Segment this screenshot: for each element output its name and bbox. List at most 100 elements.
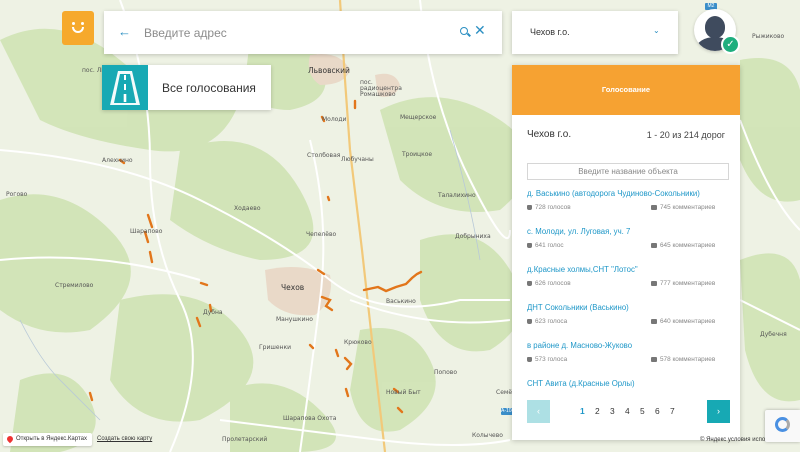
comments-count-text: 745 комментариев [660, 204, 716, 211]
page-number[interactable]: 7 [670, 406, 675, 416]
next-page-button[interactable]: › [707, 400, 730, 423]
votes-count: 573 голоса [527, 356, 567, 363]
prev-page-button[interactable]: ‹ [527, 400, 550, 423]
place-label: Дубечня [760, 331, 787, 338]
place-label: Попово [434, 369, 457, 376]
all-votes-button[interactable]: Все голосования [102, 65, 271, 110]
search-icon[interactable] [460, 27, 468, 35]
page-number[interactable]: 4 [625, 406, 630, 416]
place-label: Талалихино [438, 192, 476, 199]
district-select-value: Чехов г.о. [530, 27, 570, 37]
place-label: Васькино [386, 298, 416, 305]
place-label: Крюково [344, 339, 372, 346]
address-search-input[interactable] [144, 23, 444, 43]
thumb-icon [527, 242, 532, 248]
object-search-input[interactable] [527, 163, 729, 180]
comments-count: 745 комментариев [651, 204, 715, 211]
comments-count-text: 578 комментариев [660, 356, 716, 363]
avatar-head [705, 16, 725, 38]
list-item: с. Молоди, ул. Луговая, уч. 7 641 голос … [527, 227, 732, 265]
place-label: Пролетарский [222, 436, 268, 443]
panel-district-name: Чехов г.о. [527, 129, 572, 140]
road-link[interactable]: в районе д. Масново-Жуково [527, 341, 732, 350]
place-label: Столбовая [307, 152, 341, 159]
place-label: Молоди [322, 116, 347, 123]
place-label: Гришенки [259, 344, 291, 351]
road-icon [102, 65, 148, 110]
comment-icon [651, 204, 657, 210]
place-label: Стремилово [55, 282, 94, 289]
road-link[interactable]: д. Васькино (автодорога Чудиново-Сокольн… [527, 189, 732, 198]
place-label: пос. радиоцентра Ромашково [360, 79, 402, 98]
place-label: Новый Быт [386, 389, 421, 396]
page-number[interactable]: 3 [610, 406, 615, 416]
page-number[interactable]: 6 [655, 406, 660, 416]
place-label: Любучаны [341, 156, 374, 163]
votes-count-text: 728 голосов [535, 204, 571, 211]
list-item: д.Красные холмы,СНТ "Лотос" 626 голосов … [527, 265, 732, 303]
place-label: Дубна [203, 309, 223, 316]
place-label: Шарапова Охота [283, 415, 337, 422]
recaptcha-badge[interactable] [765, 410, 800, 442]
road-list: д. Васькино (автодорога Чудиново-Сокольн… [527, 189, 732, 417]
votes-count-text: 623 голоса [535, 318, 568, 325]
open-in-yandex-label: Открыть в Яндекс.Картах [16, 436, 87, 442]
place-label: Колычево [472, 432, 503, 439]
place-label: Алехнино [102, 157, 133, 164]
place-label: Добрыниха [455, 233, 491, 240]
list-item: ДНТ Сокольники (Васькино) 623 голоса 640… [527, 303, 732, 341]
logo-smile [72, 27, 84, 33]
chevron-down-icon: ⌄ [653, 26, 660, 35]
votes-count: 728 голосов [527, 204, 571, 211]
recaptcha-icon [775, 417, 790, 432]
comment-icon [651, 318, 657, 324]
comments-count-text: 640 комментариев [660, 318, 716, 325]
item-meta: 623 голоса 640 комментариев [527, 318, 732, 332]
votes-count-text: 626 голосов [535, 280, 571, 287]
voting-panel: Голосование Чехов г.о. 1 - 20 из 214 дор… [512, 65, 740, 440]
open-in-yandex-button[interactable]: Открыть в Яндекс.Картах [3, 433, 92, 446]
comments-count: 645 комментариев [651, 242, 715, 249]
item-meta: 626 голосов 777 комментариев [527, 280, 732, 294]
place-label: Чехов [281, 283, 305, 292]
road-link[interactable]: ДНТ Сокольники (Васькино) [527, 303, 732, 312]
page-number[interactable]: 1 [580, 406, 585, 416]
thumb-icon [527, 356, 532, 362]
comments-count: 640 комментариев [651, 318, 715, 325]
place-label: Рогово [6, 191, 28, 198]
back-arrow-icon[interactable]: ← [118, 24, 131, 39]
address-search-bar: ← ✕ [104, 11, 502, 54]
comment-icon [651, 280, 657, 286]
road-link[interactable]: СНТ Авита (д.Красные Орлы) [527, 379, 732, 388]
place-label: Манушкино [276, 316, 313, 323]
pagination: ‹ 1 2 3 4 5 6 7 › [527, 400, 730, 423]
app-logo[interactable] [62, 11, 94, 45]
place-label: Шарапово [130, 228, 163, 235]
item-meta: 573 голоса 578 комментариев [527, 356, 732, 370]
list-item: в районе д. Масново-Жуково 573 голоса 57… [527, 341, 732, 379]
results-range: 1 - 20 из 214 дорог [646, 130, 725, 140]
place-label: Чепелёво [306, 231, 337, 238]
comment-icon [651, 356, 657, 362]
list-item: д. Васькино (автодорога Чудиново-Сокольн… [527, 189, 732, 227]
create-map-link[interactable]: Создать свою карту [97, 436, 152, 442]
road-link[interactable]: с. Молоди, ул. Луговая, уч. 7 [527, 227, 732, 236]
votes-count: 626 голосов [527, 280, 571, 287]
page-number[interactable]: 5 [640, 406, 645, 416]
panel-header: Голосование [512, 65, 740, 115]
votes-count: 623 голоса [527, 318, 567, 325]
page-number[interactable]: 2 [595, 406, 600, 416]
item-meta: 728 голосов 745 комментариев [527, 204, 732, 218]
logo-eye [81, 22, 84, 25]
clear-icon[interactable]: ✕ [474, 23, 486, 37]
place-label: Ходаево [234, 205, 261, 212]
terms-link[interactable]: © Яндекс условия испо... [700, 437, 770, 443]
place-label: Мещерское [400, 114, 437, 121]
panel-info: Чехов г.о. 1 - 20 из 214 дорог [512, 115, 740, 155]
comments-count-text: 777 комментариев [660, 280, 716, 287]
comments-count: 578 комментариев [651, 356, 715, 363]
votes-count-text: 641 голос [535, 242, 564, 249]
road-link[interactable]: д.Красные холмы,СНТ "Лотос" [527, 265, 732, 274]
item-meta: 641 голос 645 комментариев [527, 242, 732, 256]
district-select[interactable]: Чехов г.о. ⌄ [512, 11, 678, 54]
